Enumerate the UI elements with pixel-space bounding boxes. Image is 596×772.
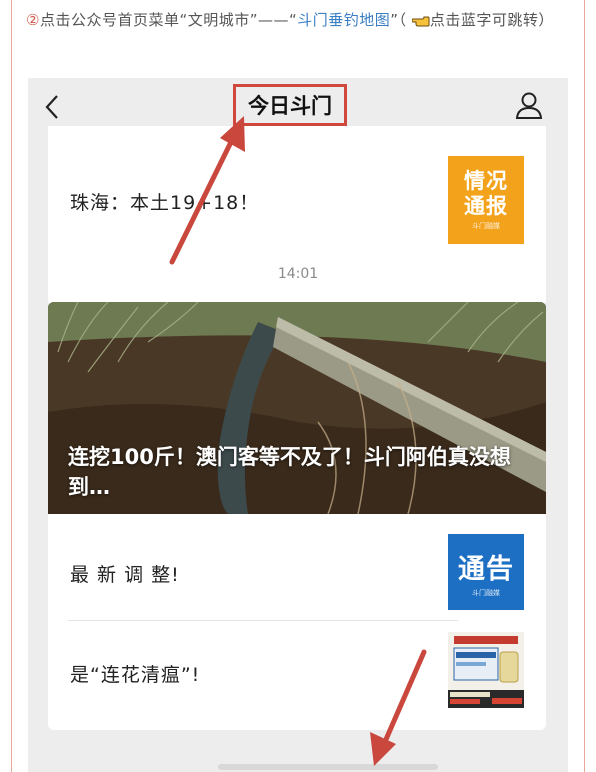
hero-image[interactable]: 连挖100斤！澳门客等不及了！斗门阿伯真没想到… [48,302,546,514]
list-item-text[interactable]: 是“连花清瘟”! [70,660,200,687]
chevron-left-icon[interactable] [44,93,60,121]
notice-thumb-caption: 斗门融媒 [472,588,500,597]
article-thumbnail: 情况 通报 斗门融媒 [448,156,524,244]
bottom-bar [218,764,438,770]
thumb-caption: 斗门融媒 [472,222,500,230]
step-number: ② [26,11,40,29]
intro-text: 点击公众号首页菜单“文明城市”——“ [39,11,298,29]
thumb-line1: 情况 [464,169,508,193]
news-card[interactable]: 连挖100斤！澳门客等不及了！斗门阿伯真没想到… 最 新 调 整! 通告 斗门融… [48,302,546,730]
hero-headline[interactable]: 连挖100斤！澳门客等不及了！斗门阿伯真没想到… [68,442,538,502]
notice-thumb-text: 通告 [458,553,514,585]
fishing-map-link[interactable]: 斗门垂钓地图 [297,11,390,29]
divider [68,620,458,621]
notice-thumbnail: 通告 斗门融媒 [448,534,524,610]
list-item-text[interactable]: 最 新 调 整! [70,560,180,587]
medicine-thumbnail [448,632,524,708]
thumb-line2: 通报 [464,194,508,218]
phone-screenshot: 今日斗门 珠海：本土19+18！ 情况 通报 斗门融媒 14:01 连挖100斤… [28,78,568,772]
article-headline[interactable]: 珠海：本土19+18！ [70,188,259,215]
frame-line-left [11,0,12,772]
page-title: 今日斗门 [233,84,347,126]
pointing-hand-icon [411,9,430,27]
frame-line-right [584,0,585,772]
intro-text-after: ”（ [390,11,407,29]
timestamp: 14:01 [277,266,319,282]
intro-text-end: 点击蓝字可跳转） [429,11,554,29]
user-icon[interactable] [514,90,544,120]
intro-paragraph: ②点击公众号首页菜单“文明城市”——“斗门垂钓地图”（ 点击蓝字可跳转） [26,7,574,33]
